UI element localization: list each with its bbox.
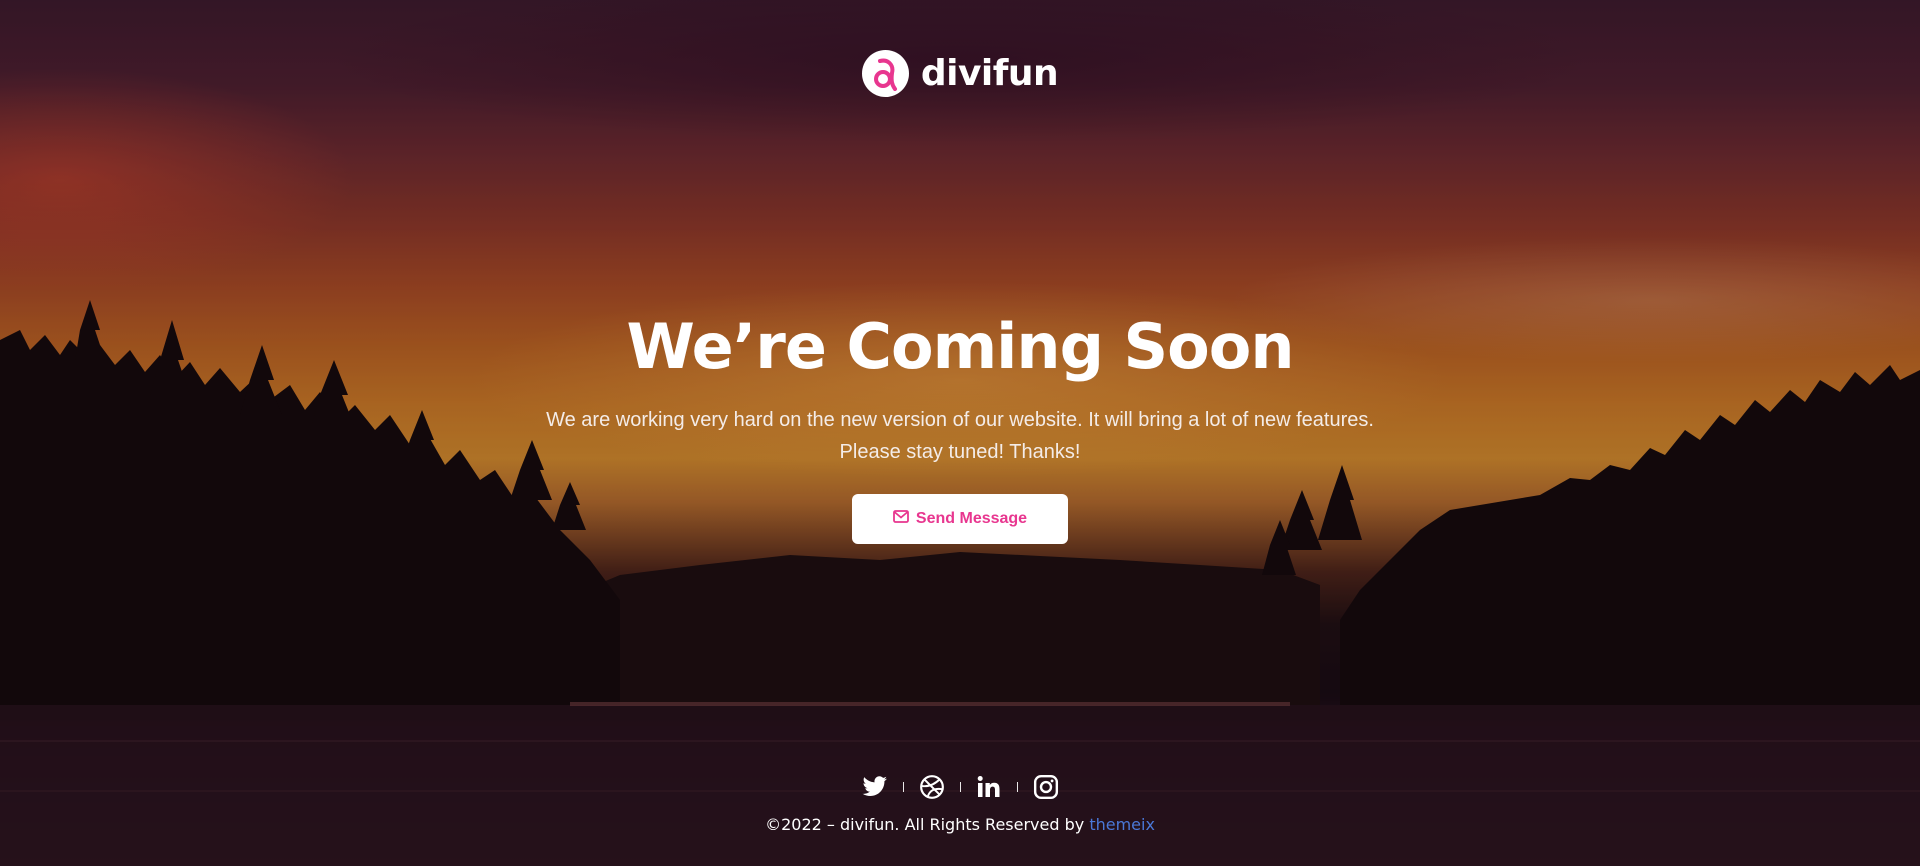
twitter-link[interactable] [860, 772, 890, 802]
linkedin-icon [977, 776, 999, 797]
dribbble-icon [919, 775, 944, 799]
instagram-link[interactable] [1031, 772, 1061, 802]
description-line-2: Please stay tuned! Thanks! [839, 441, 1081, 463]
linkedin-link[interactable] [974, 772, 1004, 802]
separator [1016, 782, 1018, 792]
send-message-label: Send Message [915, 510, 1028, 527]
dribbble-link[interactable] [917, 772, 947, 802]
copyright-text: ©2022 – divifun. All Rights Reserved by [765, 815, 1090, 834]
send-message-button[interactable]: Send Message [852, 494, 1068, 544]
hero-description: We are working very hard on the new vers… [510, 404, 1410, 468]
twitter-icon [862, 776, 887, 796]
social-links [0, 772, 1920, 802]
themeix-link[interactable]: themeix [1089, 815, 1155, 834]
coming-soon-page: divifun We’re Coming Soon We are working… [0, 0, 1920, 866]
separator [902, 782, 904, 792]
divifun-logo-icon [861, 50, 909, 97]
separator [959, 782, 961, 792]
envelope-icon [893, 510, 909, 528]
instagram-icon [1033, 774, 1058, 800]
hero-section: We’re Coming Soon We are working very ha… [0, 308, 1920, 544]
brand-name: divifun [920, 53, 1059, 94]
page-title: We’re Coming Soon [626, 310, 1294, 383]
description-line-1: We are working very hard on the new vers… [546, 409, 1374, 431]
footer-copyright: ©2022 – divifun. All Rights Reserved by … [0, 815, 1920, 834]
brand-logo[interactable]: divifun [0, 50, 1920, 97]
